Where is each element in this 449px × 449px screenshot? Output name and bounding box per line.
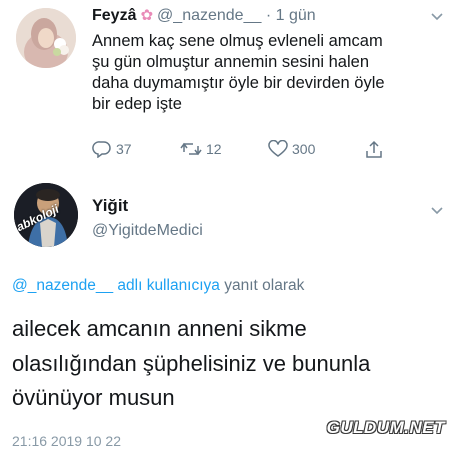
retweet-icon <box>180 142 202 156</box>
like-button[interactable]: 300 <box>268 140 315 158</box>
retweet-count: 12 <box>206 141 222 157</box>
tweet1-timestamp[interactable]: · 1 gün <box>266 7 316 24</box>
reply-to-suffix: yanıt olarak <box>224 277 305 294</box>
like-count: 300 <box>292 141 316 157</box>
avatar-yigit[interactable]: abkoloji <box>14 183 78 247</box>
chevron-down-icon <box>431 13 443 21</box>
tweet1-line: şu gün olmuştur annemin sesini halen <box>92 53 369 71</box>
tweet2-line: ailecek amcanın anneni sikme <box>12 316 307 341</box>
tweet1-text: Annem kaç sene olmuş evleneli amcam şu g… <box>92 31 442 115</box>
like-icon <box>268 140 288 157</box>
tweet1-author-name[interactable]: Feyzâ <box>92 7 136 24</box>
reply-to-link[interactable]: adlı kullanıcıya <box>117 277 220 294</box>
reply-button[interactable]: 37 <box>92 140 132 158</box>
watermark: GULDUM.NET <box>326 418 445 437</box>
reply-context: @_nazende__ adlı kullanıcıya yanıt olara… <box>12 277 304 295</box>
tweet2-line: olasılığından şüphelisiniz ve bununla <box>12 350 371 376</box>
tweet1-header: Feyzâ ✿ @_nazende__ · 1 gün <box>92 6 316 25</box>
tweet2-line: övünüyor musun <box>12 385 175 410</box>
share-button[interactable] <box>364 140 388 160</box>
tweet2-author-name[interactable]: Yiğit <box>92 196 128 216</box>
chevron-down-icon <box>431 207 443 215</box>
tweet2-menu-button[interactable] <box>430 203 444 221</box>
reply-icon <box>92 141 111 158</box>
tweet2-handle[interactable]: @YigitdeMedici <box>92 222 203 240</box>
tweet1-handle[interactable]: @_nazende__ <box>157 7 261 24</box>
tweet2-timestamp[interactable]: 21:16 2019 10 22 <box>12 433 121 449</box>
reply-count: 37 <box>116 141 132 157</box>
retweet-button[interactable]: 12 <box>180 140 222 158</box>
flower-icon: ✿ <box>140 7 154 24</box>
tweet2-text: ailecek amcanın anneni sikme olasılığınd… <box>12 312 442 416</box>
tweet1-actions: 37 12 300 <box>92 140 412 160</box>
reply-to-handle[interactable]: @_nazende__ <box>12 277 113 294</box>
tweet1-line: bir edep işte <box>92 95 182 113</box>
share-icon <box>366 140 382 158</box>
tweet1-menu-button[interactable] <box>430 9 444 27</box>
avatar-image <box>16 8 76 68</box>
tweet1-line: Annem kaç sene olmuş evleneli amcam <box>92 32 383 50</box>
tweet1-line: daha duymamıştır öyle bir devirden öyle <box>92 74 385 92</box>
avatar-feyza[interactable] <box>16 8 76 68</box>
